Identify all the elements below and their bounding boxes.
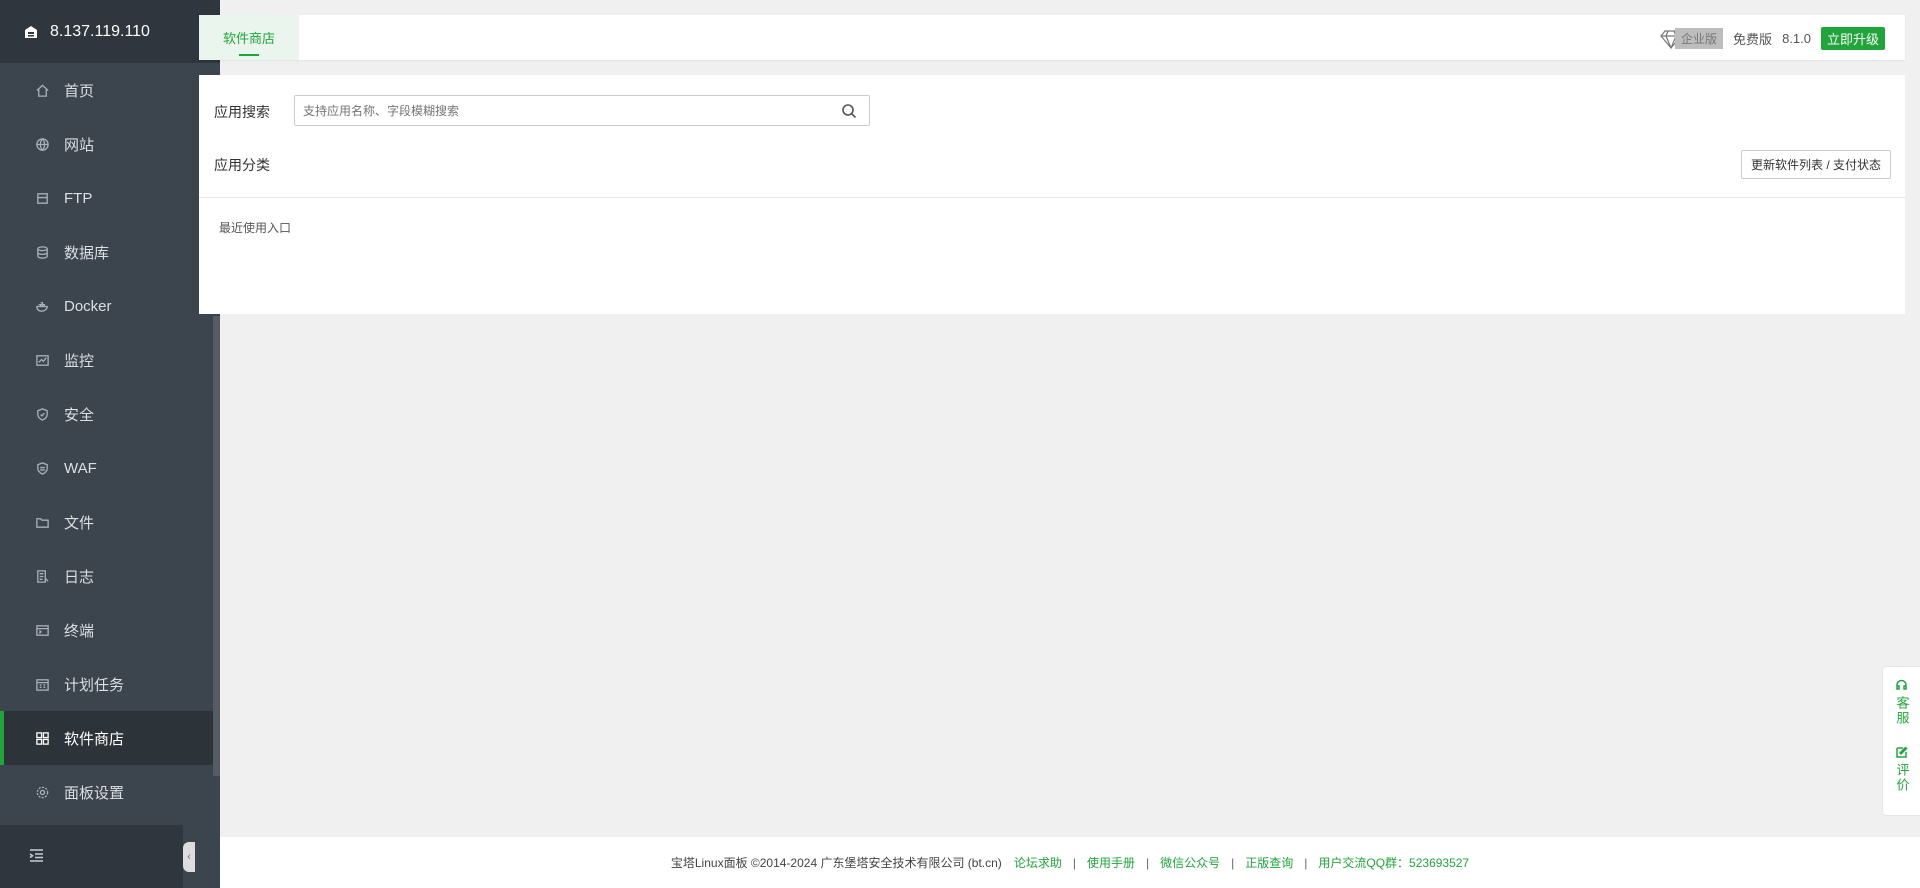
footer-link-forum[interactable]: 论坛求助 [1014,854,1062,871]
database-icon [34,244,50,260]
waf-icon [34,460,50,476]
search-box [294,95,870,126]
sidebar-item-label: 网站 [64,136,95,154]
sidebar-item-label: 文件 [64,514,95,532]
sidebar-item-label: 监控 [64,352,95,370]
version-label[interactable]: 8.1.0 [1782,31,1811,46]
sidebar-item-label: WAF [64,459,97,477]
sidebar-item-terminal[interactable]: 终端 [0,603,213,657]
search-icon[interactable] [841,103,857,119]
sidebar-item-logs[interactable]: 日志 [0,549,213,603]
sidebar-item-files[interactable]: 文件 [0,495,213,549]
log-icon [34,568,50,584]
sidebar-item-monitor[interactable]: 监控 [0,333,213,387]
sidebar-item-cron[interactable]: 计划任务 [0,657,213,711]
review-button[interactable]: 评价 [1894,746,1910,793]
enterprise-label: 企业版 [1675,28,1724,49]
enterprise-badge[interactable]: 企业版 [1659,28,1724,50]
separator: | [1145,855,1150,870]
footer-link-wechat[interactable]: 微信公众号 [1160,854,1220,871]
update-software-list-button[interactable]: 更新软件列表 / 支付状态 [1740,150,1891,179]
customer-service-label: 客服 [1894,696,1910,726]
sidebar-item-label: 首页 [64,82,95,100]
sidebar-item-software-store[interactable]: 软件商店 [0,711,213,765]
sidebar-item-database[interactable]: 数据库 [0,225,213,279]
sidebar-item-label: 安全 [64,406,95,424]
sidebar-item-waf[interactable]: WAF [0,441,213,495]
search-input[interactable] [295,96,815,125]
footer-link-qq-group[interactable]: 用户交流QQ群：523693527 [1318,854,1469,871]
copyright-text: 宝塔Linux面板 ©2014-2024 广东堡塔安全技术有限公司 (bt.cn… [670,856,1002,870]
page-footer: 宝塔Linux面板 ©2014-2024 广东堡塔安全技术有限公司 (bt.cn… [220,837,1920,888]
gear-icon [34,784,50,800]
sidebar-item-panel-settings[interactable]: 面板设置 [0,765,213,819]
sidebar-item-label: 数据库 [64,244,110,262]
top-bar: 软件商店 企业版 免费版 8.1.0 立即升级 [199,15,1905,60]
sidebar-item-label: 软件商店 [64,730,125,748]
footer-link-manual[interactable]: 使用手册 [1087,854,1135,871]
sidebar-footer [0,825,183,888]
sidebar-item-label: 面板设置 [64,784,125,802]
tab-software-store[interactable]: 软件商店 [199,15,299,60]
top-right-info: 企业版 免费版 8.1.0 立即升级 [1659,27,1885,50]
shield-icon [34,406,50,422]
divider [199,197,1905,198]
recent-entries-label: 最近使用入口 [219,221,292,235]
bt-logo-icon [22,23,40,41]
server-ip: 8.137.119.110 [50,22,150,40]
terminal-icon [34,622,50,638]
monitor-icon [34,352,50,368]
sidebar: 8.137.119.110 首页 网站 FTP 数据库 Docker 监控 安全… [0,0,220,888]
sidebar-item-security[interactable]: 安全 [0,387,213,441]
sidebar-collapse-handle[interactable]: ‹ [183,842,195,872]
sidebar-item-label: 计划任务 [64,676,125,694]
separator: | [1231,855,1235,870]
footer-link-license[interactable]: 正版查询 [1245,854,1293,871]
headset-icon [1896,679,1907,690]
folder-icon [34,514,50,530]
free-edition-label: 免费版 [1733,32,1773,47]
calendar-icon [34,676,50,692]
sidebar-item-label: Docker [64,297,112,315]
sidebar-item-home[interactable]: 首页 [0,63,213,117]
customer-service-button[interactable]: 客服 [1894,679,1910,726]
sidebar-item-label: 日志 [64,568,95,586]
search-label: 应用搜索 [214,104,270,120]
sidebar-item-website[interactable]: 网站 [0,117,213,171]
ftp-icon [34,190,50,206]
edit-icon [1896,746,1908,758]
grid-icon [34,730,50,746]
sidebar-nav: 首页 网站 FTP 数据库 Docker 监控 安全 WAF 文件 日志 终端 … [0,63,213,819]
separator: | [1072,855,1076,870]
upgrade-button[interactable]: 立即升级 [1820,27,1885,50]
sidebar-item-ftp[interactable]: FTP [0,171,213,225]
sidebar-item-docker[interactable]: Docker [0,279,213,333]
sidebar-header: 8.137.119.110 [0,0,220,63]
software-store-panel: 应用搜索 应用分类 更新软件列表 / 支付状态 最近使用入口 [199,75,1905,314]
home-icon [34,82,50,98]
sidebar-item-label: FTP [64,189,93,207]
category-label: 应用分类 [214,157,270,173]
menu-collapse-icon[interactable] [28,847,45,867]
sidebar-item-label: 终端 [64,622,95,640]
docker-icon [34,298,50,314]
sidebar-scrollbar[interactable] [213,316,220,776]
review-label: 评价 [1894,763,1910,793]
separator: | [1304,855,1308,870]
floating-service-widget: 客服 评价 [1882,666,1920,816]
globe-icon [34,136,50,152]
